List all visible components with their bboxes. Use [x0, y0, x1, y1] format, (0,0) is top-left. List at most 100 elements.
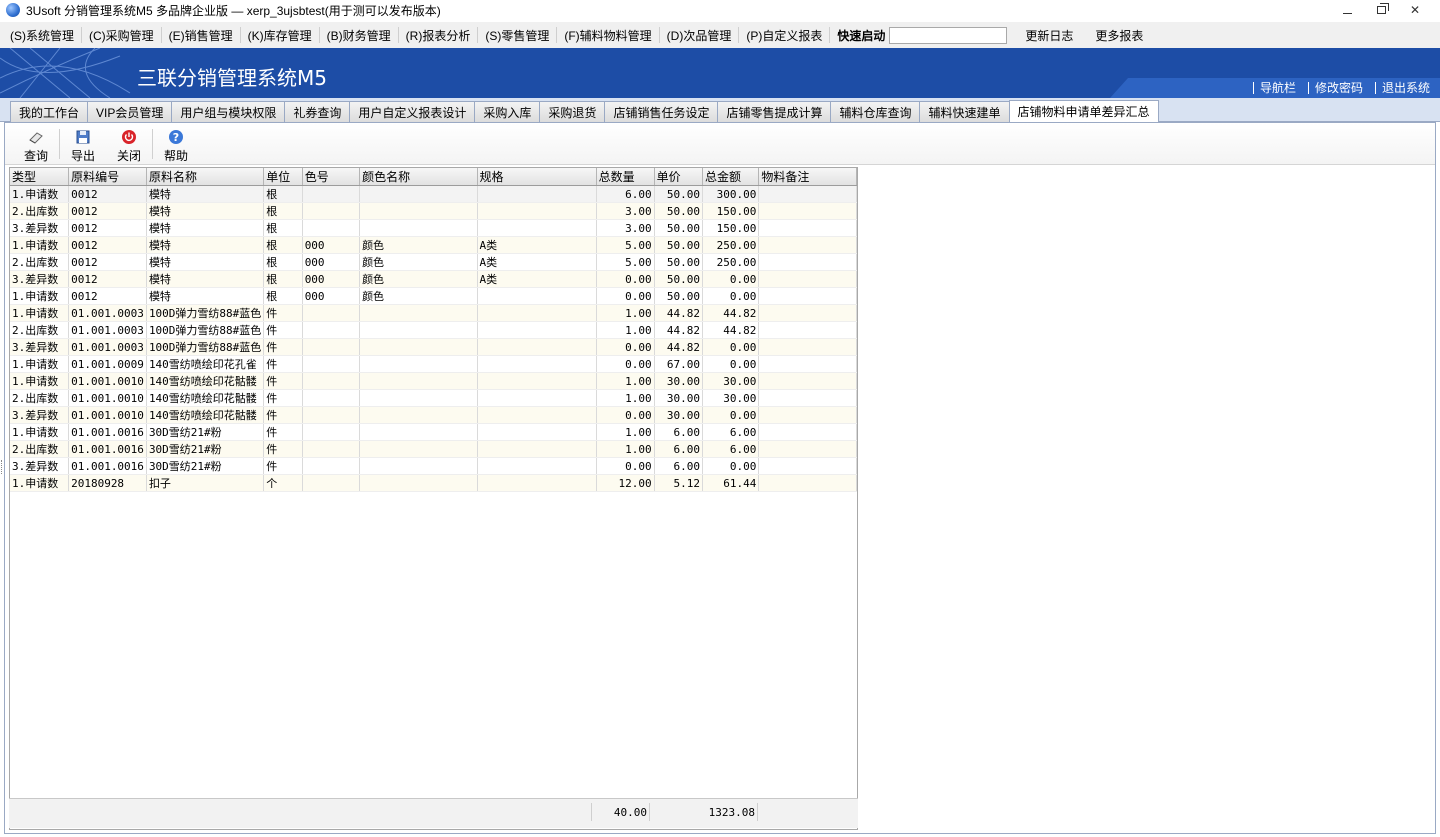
cell-color-name[interactable] [359, 304, 478, 322]
col-header-unit-price[interactable]: 单价 [654, 168, 704, 186]
cell-color-code[interactable]: 000 [302, 253, 361, 271]
cell-type[interactable]: 2.出库数 [10, 253, 70, 271]
table-row[interactable]: 2.出库数 01.001.0003 100D弹力雪纺88#蓝色件 1.00 44.82 4… [10, 321, 857, 339]
cell-total-qty[interactable]: 12.00 [596, 474, 655, 492]
cell-spec[interactable] [477, 304, 597, 322]
cell-material-name[interactable]: 模特 [146, 253, 265, 271]
col-header-total-qty[interactable]: 总数量 [596, 168, 655, 186]
cell-unit-price[interactable]: 50.00 [654, 219, 704, 237]
cell-unit-price[interactable]: 30.00 [654, 372, 704, 390]
col-header-material-code[interactable]: 原料编号 [68, 168, 147, 186]
cell-unit-price[interactable]: 6.00 [654, 440, 704, 458]
cell-material-name[interactable]: 模特 [146, 270, 265, 288]
splitter-grip[interactable] [1, 460, 3, 474]
cell-type[interactable]: 1.申请数 [10, 423, 70, 441]
cell-material-name[interactable]: 140雪纺喷绘印花孔雀 [146, 355, 265, 373]
cell-unit[interactable]: 件 [263, 457, 303, 475]
cell-unit-price[interactable]: 44.82 [654, 304, 704, 322]
cell-unit[interactable]: 件 [263, 440, 303, 458]
export-button[interactable]: 导出 [60, 123, 106, 163]
tab-vip[interactable]: VIP会员管理 [87, 101, 172, 122]
cell-unit-price[interactable]: 50.00 [654, 185, 704, 203]
col-header-spec[interactable]: 规格 [477, 168, 597, 186]
cell-unit[interactable]: 件 [263, 389, 303, 407]
cell-color-name[interactable] [359, 338, 478, 356]
table-row[interactable]: 1.申请数 01.001.0003 100D弹力雪纺88#蓝色件 1.00 44.82 4… [10, 304, 857, 322]
cell-unit[interactable]: 根 [263, 185, 303, 203]
tab-sales-target[interactable]: 店铺销售任务设定 [604, 101, 718, 122]
cell-type[interactable]: 1.申请数 [10, 355, 70, 373]
cell-total-qty[interactable]: 5.00 [596, 253, 655, 271]
cell-material-name[interactable]: 140雪纺喷绘印花骷髅 [146, 406, 265, 424]
cell-type[interactable]: 3.差异数 [10, 457, 70, 475]
col-header-unit[interactable]: 单位 [263, 168, 303, 186]
cell-spec[interactable] [477, 287, 597, 305]
cell-spec[interactable] [477, 338, 597, 356]
cell-type[interactable]: 1.申请数 [10, 287, 70, 305]
close-button[interactable]: 关闭 [106, 123, 152, 163]
quick-launch-input[interactable] [889, 26, 1008, 44]
cell-total-amount[interactable]: 0.00 [702, 287, 760, 305]
cell-total-qty[interactable]: 5.00 [596, 236, 655, 254]
cell-total-qty[interactable]: 1.00 [596, 321, 655, 339]
cell-material-code[interactable]: 01.001.0003 [68, 321, 147, 339]
cell-color-code[interactable] [302, 389, 361, 407]
cell-material-code[interactable]: 0012 [68, 185, 147, 203]
cell-total-amount[interactable]: 250.00 [702, 253, 760, 271]
cell-color-code[interactable] [302, 355, 361, 373]
cell-total-amount[interactable]: 150.00 [702, 202, 760, 220]
cell-type[interactable]: 2.出库数 [10, 202, 70, 220]
cell-unit[interactable]: 件 [263, 423, 303, 441]
cell-total-amount[interactable]: 0.00 [702, 338, 760, 356]
cell-unit-price[interactable]: 44.82 [654, 321, 704, 339]
cell-type[interactable]: 1.申请数 [10, 304, 70, 322]
cell-total-qty[interactable]: 1.00 [596, 372, 655, 390]
tab-coupon-query[interactable]: 礼券查询 [284, 101, 350, 122]
cell-remark[interactable] [758, 474, 857, 492]
menu-finance[interactable]: (B)财务管理 [321, 25, 397, 45]
cell-spec[interactable] [477, 457, 597, 475]
table-row[interactable]: 2.出库数 01.001.0016 30D雪纺21#粉件 1.00 6.00 6.00 [10, 440, 857, 458]
table-row[interactable]: 1.申请数 20180928 扣子个 12.00 5.12 61.44 [10, 474, 857, 492]
col-header-total-amount[interactable]: 总金额 [702, 168, 760, 186]
cell-spec[interactable] [477, 321, 597, 339]
table-row[interactable]: 3.差异数 0012 模特根 000 颜色 A类 0.00 50.00 0.00 [10, 270, 857, 288]
cell-total-qty[interactable]: 1.00 [596, 304, 655, 322]
cell-total-amount[interactable]: 44.82 [702, 304, 760, 322]
tab-purchase-return[interactable]: 采购退货 [539, 101, 605, 122]
cell-color-code[interactable] [302, 219, 361, 237]
cell-total-amount[interactable]: 300.00 [702, 185, 760, 203]
table-row[interactable]: 1.申请数 01.001.0010 140雪纺喷绘印花骷髅件 1.00 30.00 30.… [10, 372, 857, 390]
cell-material-code[interactable]: 01.001.0009 [68, 355, 147, 373]
cell-color-name[interactable] [359, 406, 478, 424]
cell-color-name[interactable]: 颜色 [359, 287, 478, 305]
menu-defects[interactable]: (D)次品管理 [661, 25, 738, 45]
cell-total-qty[interactable]: 0.00 [596, 355, 655, 373]
cell-total-amount[interactable]: 6.00 [702, 440, 760, 458]
cell-unit[interactable]: 件 [263, 372, 303, 390]
query-button[interactable]: 查询 [13, 123, 59, 163]
cell-color-code[interactable] [302, 474, 361, 492]
cell-material-code[interactable]: 01.001.0016 [68, 440, 147, 458]
cell-material-name[interactable]: 100D弹力雪纺88#蓝色 [146, 304, 265, 322]
cell-total-qty[interactable]: 1.00 [596, 440, 655, 458]
cell-material-code[interactable]: 0012 [68, 202, 147, 220]
minimize-button[interactable] [1330, 0, 1364, 20]
cell-unit-price[interactable]: 44.82 [654, 338, 704, 356]
cell-unit[interactable]: 根 [263, 253, 303, 271]
cell-remark[interactable] [758, 321, 857, 339]
cell-unit[interactable]: 根 [263, 236, 303, 254]
cell-total-amount[interactable]: 6.00 [702, 423, 760, 441]
cell-color-name[interactable] [359, 372, 478, 390]
cell-remark[interactable] [758, 287, 857, 305]
cell-color-name[interactable]: 颜色 [359, 253, 478, 271]
cell-unit[interactable]: 件 [263, 321, 303, 339]
close-window-button[interactable]: ✕ [1398, 0, 1432, 20]
cell-spec[interactable]: A类 [477, 253, 597, 271]
cell-total-qty[interactable]: 0.00 [596, 287, 655, 305]
cell-color-name[interactable] [359, 389, 478, 407]
cell-remark[interactable] [758, 202, 857, 220]
cell-spec[interactable] [477, 440, 597, 458]
table-row[interactable]: 1.申请数 0012 模特根 000 颜色 A类 5.00 50.00 250.00 [10, 236, 857, 254]
cell-unit[interactable]: 件 [263, 355, 303, 373]
